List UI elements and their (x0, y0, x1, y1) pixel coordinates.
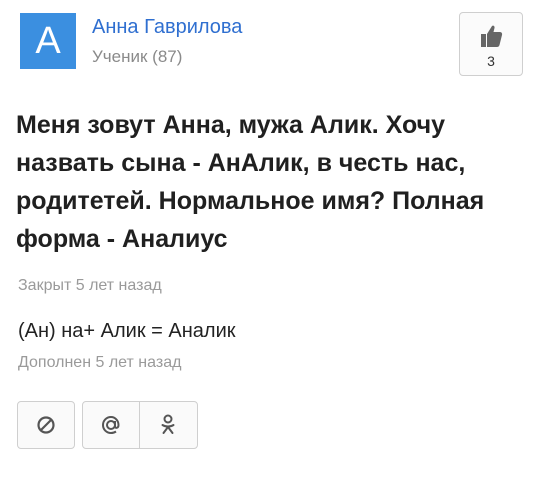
addition-text: (Ан) на+ Алик = Аналик (18, 320, 236, 342)
at-sign-icon (100, 414, 122, 436)
share-email-button[interactable] (83, 402, 139, 448)
like-count: 3 (487, 53, 495, 69)
question-text: Меня зовут Анна, мужа Алик. Хочу назвать… (16, 111, 485, 253)
share-button-group (82, 401, 198, 449)
closed-status: Закрыт 5 лет назад (18, 277, 162, 294)
avatar[interactable]: A (20, 13, 76, 69)
report-button[interactable] (18, 402, 74, 448)
report-button-group (17, 401, 75, 449)
thumbs-up-icon (480, 23, 504, 49)
addition-time: Дополнен 5 лет назад (18, 354, 182, 371)
like-button[interactable]: 3 (459, 12, 523, 76)
block-icon (36, 415, 56, 435)
odnoklassniki-icon (160, 414, 176, 436)
share-odnoklassniki-button[interactable] (139, 402, 195, 448)
author-rank: Ученик (87) (92, 47, 183, 66)
author-name-link[interactable]: Анна Гаврилова (92, 16, 242, 39)
